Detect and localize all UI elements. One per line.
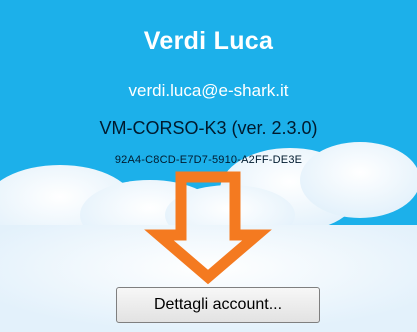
down-arrow-icon [144, 171, 272, 285]
account-panel: Verdi Luca verdi.luca@e-shark.it VM-CORS… [0, 0, 417, 332]
account-details-button[interactable]: Dettagli account... [116, 287, 320, 323]
